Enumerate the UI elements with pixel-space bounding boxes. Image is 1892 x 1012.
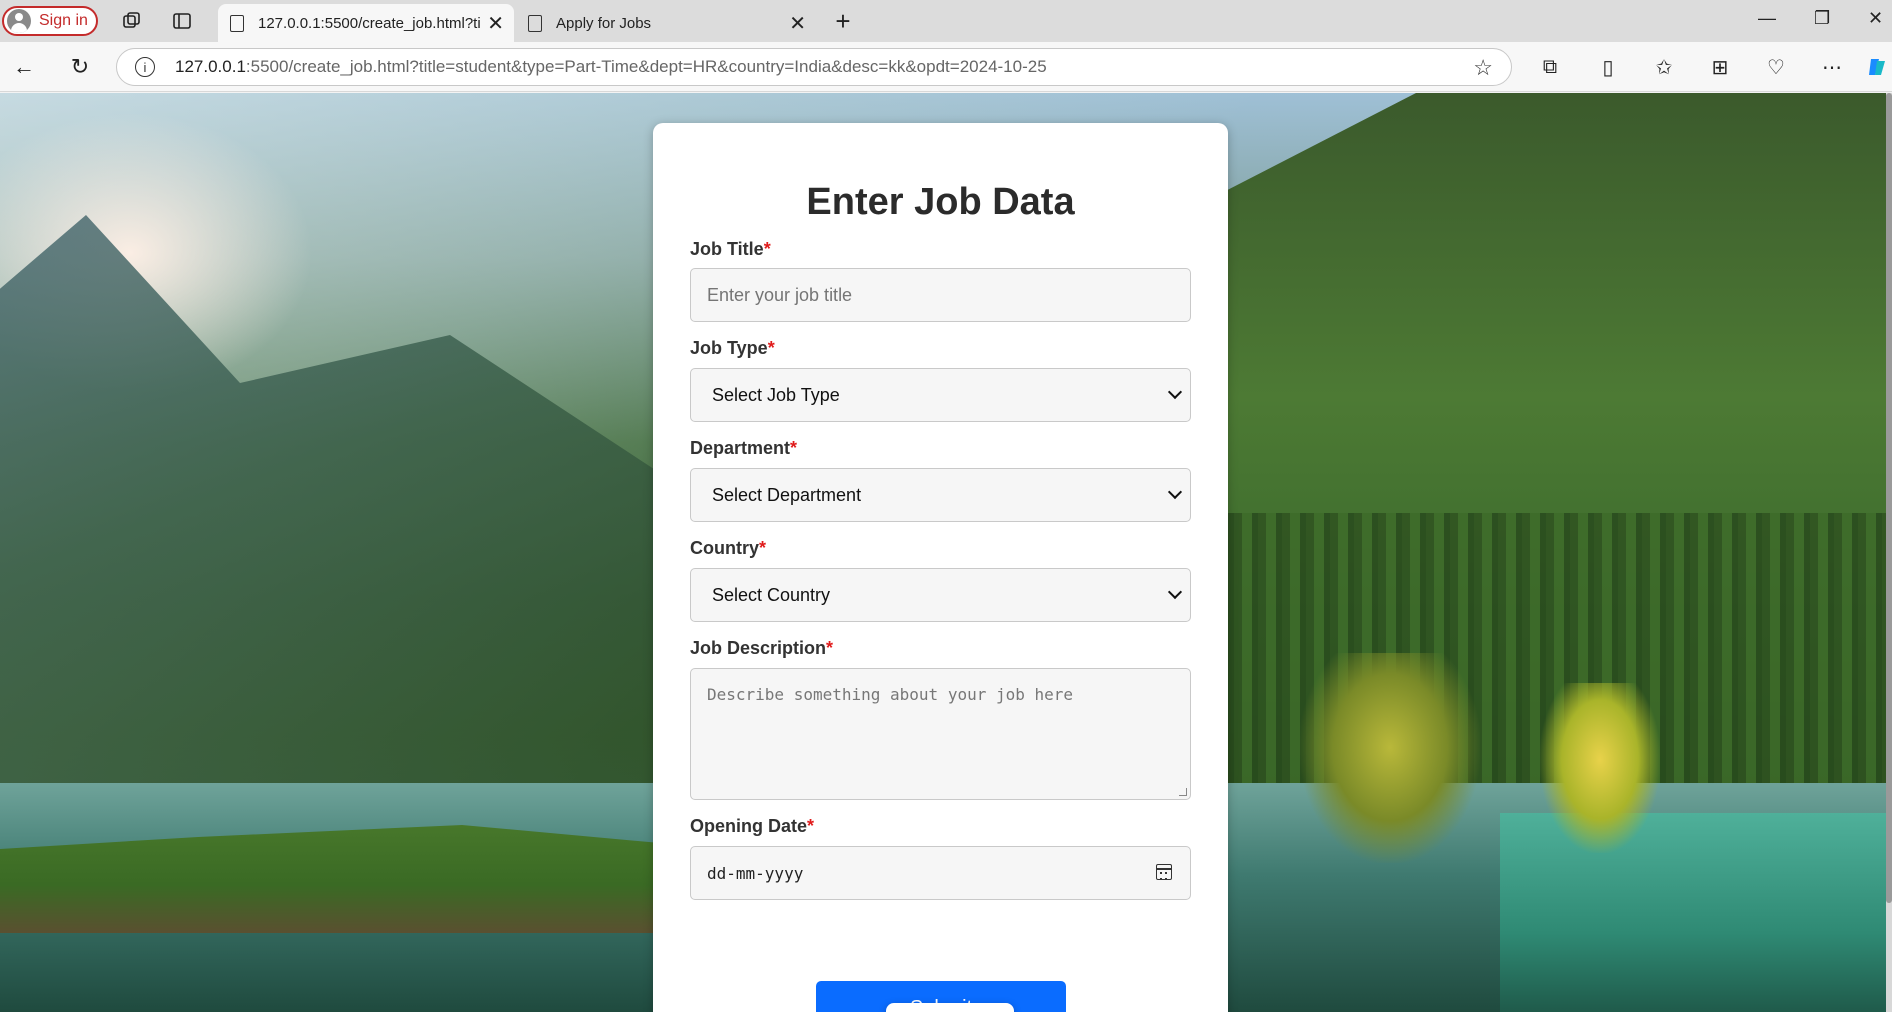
avatar xyxy=(7,9,31,33)
page-scrollbar[interactable] xyxy=(1886,93,1892,1012)
page-title: Enter Job Data xyxy=(806,181,1075,223)
chevron-down-icon xyxy=(1167,484,1183,500)
tab-apply-for-jobs[interactable]: Apply for Jobs ✕ xyxy=(516,4,816,42)
address-bar: ← ↻ i 127.0.0.1:5500/create_job.html?tit… xyxy=(0,42,1892,92)
chevron-down-icon xyxy=(1167,584,1183,600)
country-select[interactable]: Select Country xyxy=(690,568,1191,622)
required-mark: * xyxy=(790,438,798,458)
url-path: :5500/create_job.html?title=student&type… xyxy=(245,57,1047,76)
tab-create-job[interactable]: 127.0.0.1:5500/create_job.html?title=stu… xyxy=(218,4,514,42)
label-text: Job Type xyxy=(690,338,768,358)
close-icon[interactable]: ✕ xyxy=(789,11,806,36)
url-text: 127.0.0.1:5500/create_job.html?title=stu… xyxy=(175,57,1047,77)
job-form-card: Enter Job Data Job Title* Enter your job… xyxy=(653,123,1228,1012)
background-mountain xyxy=(0,215,660,803)
favorites-icon[interactable]: ✩ xyxy=(1650,53,1678,81)
textarea-placeholder: Describe something about your job here xyxy=(707,685,1074,704)
minimize-icon[interactable]: — xyxy=(1758,8,1776,29)
split-screen-icon[interactable]: ▯ xyxy=(1594,53,1622,81)
department-label: Department* xyxy=(690,438,797,459)
calendar-icon[interactable] xyxy=(1156,864,1172,880)
job-title-input[interactable]: Enter your job title xyxy=(690,268,1191,322)
sign-in-label: Sign in xyxy=(39,12,88,29)
required-mark: * xyxy=(767,338,775,358)
restore-icon[interactable]: ❐ xyxy=(1814,8,1830,29)
tab-title: Apply for Jobs xyxy=(556,14,652,32)
job-description-textarea[interactable]: Describe something about your job here xyxy=(690,668,1191,800)
window-close-icon[interactable]: ✕ xyxy=(1868,8,1883,29)
page-icon xyxy=(528,14,542,32)
page-viewport: Enter Job Data Job Title* Enter your job… xyxy=(0,93,1892,1012)
required-mark: * xyxy=(759,538,767,558)
new-tab-icon[interactable]: + xyxy=(829,6,857,36)
collections-icon[interactable]: ⊞ xyxy=(1706,53,1734,81)
site-info-icon[interactable]: i xyxy=(135,57,155,77)
url-host: 127.0.0.1 xyxy=(175,57,246,76)
department-select[interactable]: Select Department xyxy=(690,468,1191,522)
opening-date-input[interactable]: dd-mm-yyyy xyxy=(690,846,1191,900)
select-value: Select Country xyxy=(712,584,831,605)
url-field[interactable]: i 127.0.0.1:5500/create_job.html?title=s… xyxy=(116,48,1512,86)
tab-actions-icon[interactable] xyxy=(168,7,196,35)
browser-essentials-icon[interactable]: ♡ xyxy=(1762,53,1790,81)
background-tree xyxy=(1540,683,1660,853)
job-description-label: Job Description* xyxy=(690,638,833,659)
required-mark: * xyxy=(807,816,815,836)
workspaces-icon[interactable] xyxy=(118,7,146,35)
tab-title: 127.0.0.1:5500/create_job.html?title=stu… xyxy=(258,14,480,32)
label-text: Department xyxy=(690,438,791,458)
page-icon xyxy=(230,14,244,32)
tab-bar: Sign in 127.0.0.1:5500/create_job.html?t… xyxy=(0,0,1892,42)
country-label: Country* xyxy=(690,538,766,559)
sign-in-button[interactable]: Sign in xyxy=(2,6,98,36)
label-text: Job Title xyxy=(690,239,764,259)
scrollbar-thumb[interactable] xyxy=(1886,93,1892,903)
floating-dictation-toolbar: ··· xyxy=(886,1003,1014,1012)
job-type-select[interactable]: Select Job Type xyxy=(690,368,1191,422)
extensions-icon[interactable]: ⧉ xyxy=(1536,53,1564,81)
job-type-label: Job Type* xyxy=(690,338,775,359)
label-text: Job Description xyxy=(690,638,827,658)
background-tree xyxy=(1300,653,1480,863)
more-menu-icon[interactable]: ⋯ xyxy=(1818,53,1846,81)
date-placeholder: dd-mm-yyyy xyxy=(707,863,804,883)
select-value: Select Job Type xyxy=(712,384,840,405)
label-text: Opening Date xyxy=(690,816,808,836)
favorite-star-icon[interactable]: ☆ xyxy=(1473,55,1493,81)
opening-date-label: Opening Date* xyxy=(690,816,814,837)
job-title-label: Job Title* xyxy=(690,239,771,260)
select-value: Select Department xyxy=(712,484,862,505)
label-text: Country xyxy=(690,538,759,558)
close-icon[interactable]: ✕ xyxy=(487,11,504,36)
copilot-icon[interactable] xyxy=(1866,53,1888,81)
resize-handle-icon[interactable] xyxy=(1179,788,1187,796)
refresh-icon[interactable]: ↻ xyxy=(66,53,94,81)
chevron-down-icon xyxy=(1167,384,1183,400)
back-icon[interactable]: ← xyxy=(10,53,38,81)
required-mark: * xyxy=(826,638,834,658)
required-mark: * xyxy=(763,239,771,259)
